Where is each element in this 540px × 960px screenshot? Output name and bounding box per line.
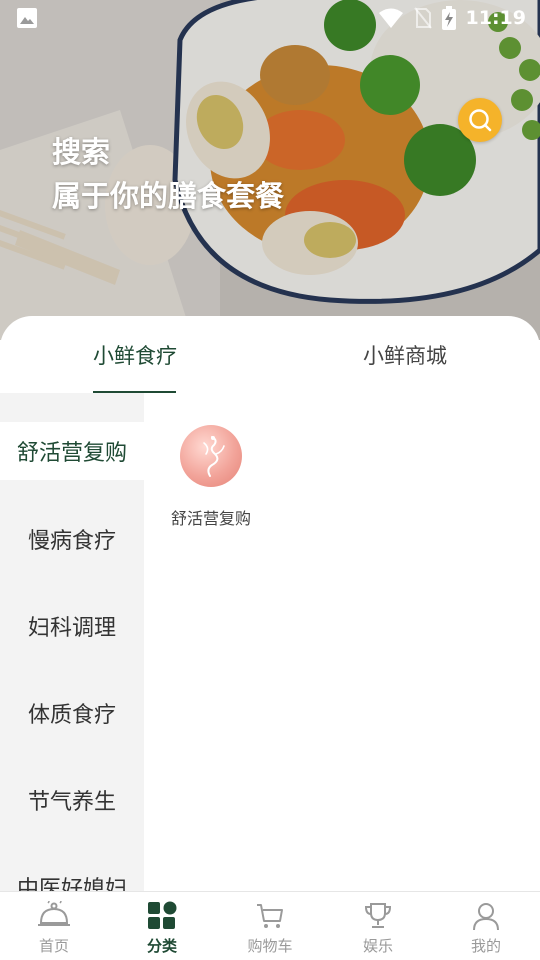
sidebar-item-shuhuoying[interactable]: 舒活营复购	[0, 422, 144, 480]
nav-entertainment-label: 娱乐	[362, 937, 393, 955]
sidebar-item-fuke[interactable]: 妇科调理	[0, 582, 144, 669]
hero-title-line1: 搜索	[52, 135, 111, 169]
dancer-figure-icon	[203, 436, 225, 477]
nav-home[interactable]: 首页	[0, 892, 108, 960]
hero-title-line2: 属于你的膳食套餐	[52, 179, 285, 213]
status-time: 11:19	[465, 7, 526, 29]
category-content: 舒活营复购	[144, 393, 540, 892]
trophy-icon	[364, 903, 392, 928]
category-dancer-icon	[180, 425, 242, 487]
search-button[interactable]	[458, 98, 502, 142]
user-icon	[473, 903, 499, 931]
category-sidebar[interactable]: 舒活营复购 慢病食疗 妇科调理 体质食疗 节气养生 中医好媳妇	[0, 393, 144, 892]
nav-category[interactable]: 分类	[108, 892, 216, 960]
tab-bar: 小鲜食疗 小鲜商城	[0, 316, 540, 393]
sidebar-item-tizhi[interactable]: 体质食疗	[0, 669, 144, 756]
battery-charging-icon	[441, 6, 456, 30]
status-bar: 11:19	[0, 0, 540, 36]
category-item[interactable]: 舒活营复购	[166, 425, 256, 529]
nav-entertainment[interactable]: 娱乐	[324, 892, 432, 960]
search-icon	[469, 109, 492, 132]
nav-cart[interactable]: 购物车	[216, 892, 324, 960]
dish-cover-icon	[38, 901, 70, 926]
category-item-label: 舒活营复购	[170, 509, 251, 528]
sidebar-item-zhongyi[interactable]: 中医好媳妇	[0, 843, 144, 893]
sidebar-item-jieqi[interactable]: 节气养生	[0, 756, 144, 843]
nav-profile[interactable]: 我的	[432, 892, 540, 960]
nav-cart-label: 购物车	[247, 937, 293, 955]
nav-category-label: 分类	[146, 937, 177, 955]
hero-banner: 11:19 搜索 属于你的膳食套餐	[0, 0, 540, 340]
wifi-icon	[378, 8, 403, 28]
sidebar-item-manbing[interactable]: 慢病食疗	[0, 495, 144, 582]
bottom-navigation: 首页 分类 购物车 娱乐 我的	[0, 891, 540, 960]
image-notification-icon	[17, 8, 37, 28]
nav-profile-label: 我的	[470, 937, 501, 955]
cart-icon	[257, 904, 283, 928]
tab-xiaoxian-shiliao[interactable]: 小鲜食疗	[0, 316, 270, 393]
no-sim-icon	[413, 7, 432, 29]
grid-category-icon	[148, 901, 177, 929]
category-body: 舒活营复购 慢病食疗 妇科调理 体质食疗 节气养生 中医好媳妇 舒活营复购	[0, 393, 540, 892]
hero-search-title[interactable]: 搜索 属于你的膳食套餐	[52, 130, 284, 218]
tab-xiaoxian-shangcheng[interactable]: 小鲜商城	[270, 316, 540, 393]
nav-home-label: 首页	[38, 937, 69, 955]
category-panel: 小鲜食疗 小鲜商城 舒活营复购 慢病食疗 妇科调理 体质食疗 节气养生 中医好媳…	[0, 316, 540, 892]
